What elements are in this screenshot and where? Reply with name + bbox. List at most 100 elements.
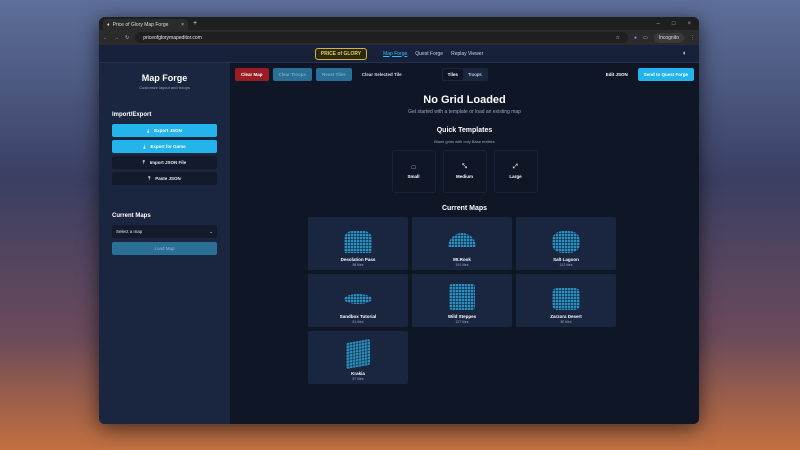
map-tile-count: 81 tiles <box>352 320 364 324</box>
empty-subtitle: Get started with a template or load an e… <box>408 109 521 115</box>
app-header: PRICE of GLORY Map Forge Quest Forge Rep… <box>99 45 699 63</box>
map-card[interactable]: Salt Lagoon 142 tiles <box>516 217 616 270</box>
nav-map-forge[interactable]: Map Forge <box>383 51 407 57</box>
incognito-badge[interactable]: Incognito <box>653 32 684 43</box>
close-window-icon[interactable]: × <box>687 21 691 27</box>
import-json-file-button[interactable]: ⤒ Import JSON File <box>112 156 217 169</box>
download-icon: ⤓ <box>147 128 150 133</box>
label: Export for Game <box>150 144 186 149</box>
template-medium[interactable]: ⤡ Medium <box>442 150 487 193</box>
square-icon: □ <box>411 164 416 171</box>
paste-json-button[interactable]: ⤒ Paste JSON <box>112 172 217 185</box>
map-grid: Desolation Pass 88 tiles Mt.Rook 191 tiles S… <box>225 217 699 384</box>
label: Export JSON <box>154 128 182 133</box>
template-small[interactable]: □ Small <box>391 150 436 193</box>
template-large[interactable]: ⤢ Large <box>493 150 538 193</box>
current-maps-title: Current Maps <box>441 205 488 212</box>
download-icon: ⤓ <box>143 144 146 149</box>
back-icon[interactable]: ← <box>103 35 108 41</box>
map-thumbnail <box>449 284 475 310</box>
label: Large <box>509 174 522 179</box>
map-tile-count: 142 tiles <box>559 263 573 267</box>
label: Import JSON File <box>149 160 187 165</box>
tab-tiles[interactable]: Tiles <box>442 69 463 80</box>
map-name: Zarzora Desert <box>550 314 582 319</box>
map-card[interactable]: Desolation Pass 88 tiles <box>308 217 408 270</box>
toolbar: Clear Map Clear Troops Reset Tiles Clear… <box>230 63 699 86</box>
url-field[interactable]: priceofglorymapeditor.com ☆ <box>135 32 628 43</box>
map-tile-count: 191 tiles <box>455 263 469 267</box>
map-tile-count: 80 tiles <box>560 320 572 324</box>
diagonal-icon: ⤡ <box>462 164 467 170</box>
clear-selected-tile-button[interactable]: Clear Selected Tile <box>356 68 408 81</box>
clear-troops-button[interactable]: Clear Troops <box>272 68 313 81</box>
favicon-icon: ♦ <box>107 21 110 28</box>
chevron-down-icon: ⌄ <box>209 228 213 234</box>
sidebar-title: Map Forge <box>141 73 188 83</box>
map-thumbnail <box>552 231 580 253</box>
map-thumbnail <box>344 231 372 253</box>
url-text: priceofglorymapeditor.com <box>143 34 202 41</box>
load-map-button[interactable]: Load Map <box>112 242 217 255</box>
tab-title: Price of Glory Map Forge <box>112 21 169 28</box>
maximize-icon[interactable]: □ <box>672 21 676 27</box>
address-bar-row: ← → ↻ priceofglorymapeditor.com ☆ ● ▭ Incogn… <box>99 30 699 45</box>
menu-icon[interactable]: ⋮ <box>690 35 695 41</box>
map-card[interactable]: Sandbox Tutorial 81 tiles <box>308 274 408 327</box>
map-card[interactable]: Zarzora Desert 80 tiles <box>516 274 616 327</box>
map-card[interactable]: Wild Steppes 137 tiles <box>412 274 512 327</box>
map-name: Wild Steppes <box>447 314 477 319</box>
nav-quest-forge[interactable]: Quest Forge <box>415 51 443 57</box>
select-value: Select a map <box>116 229 143 234</box>
tab-troops[interactable]: Troops <box>463 69 487 80</box>
send-to-quest-forge-button[interactable]: Send to Quest Forge <box>637 68 694 81</box>
export-json-button[interactable]: ⤓ Export JSON <box>112 124 217 137</box>
paste-icon: ⤒ <box>148 176 151 181</box>
upload-icon: ⤒ <box>142 160 145 165</box>
forward-icon[interactable]: → <box>114 35 119 41</box>
label: Paste JSON <box>155 176 181 181</box>
map-thumbnail <box>346 338 370 370</box>
logo[interactable]: PRICE of GLORY <box>314 47 368 60</box>
reload-icon[interactable]: ↻ <box>125 35 129 41</box>
map-thumbnail <box>552 288 580 310</box>
mode-toggle: Tiles Troops <box>441 68 488 81</box>
map-name: Mt.Rook <box>453 257 471 262</box>
star-icon[interactable]: ☆ <box>615 35 619 41</box>
new-tab-button[interactable]: + <box>193 20 197 27</box>
sidebar-subtitle: Customize layout and troops <box>139 85 190 90</box>
import-export-heading: Import/Export <box>112 112 152 118</box>
empty-title: No Grid Loaded <box>423 94 506 106</box>
map-card[interactable]: Krakia 87 tiles <box>308 331 408 384</box>
map-select[interactable]: Select a map ⌄ <box>112 225 217 238</box>
map-name: Krakia <box>351 371 365 376</box>
main-area: Clear Map Clear Troops Reset Tiles Clear… <box>230 63 699 424</box>
label: Medium <box>455 174 473 179</box>
map-name: Sandbox Tutorial <box>339 314 377 319</box>
map-tile-count: 88 tiles <box>352 263 364 267</box>
close-tab-icon[interactable]: × <box>181 22 184 28</box>
browser-tab[interactable]: ♦ Price of Glory Map Forge × <box>103 19 188 30</box>
browser-window: ♦ Price of Glory Map Forge × + – □ × ← → ↻ pri… <box>99 17 699 424</box>
extension-icon[interactable]: ● <box>634 35 637 41</box>
quick-templates-heading: Quick Templates <box>436 127 493 134</box>
reset-tiles-button[interactable]: Reset Tiles <box>316 68 352 81</box>
sidepanel-icon[interactable]: ▭ <box>643 35 648 41</box>
nav-replay-viewer[interactable]: Replay Viewer <box>451 51 483 57</box>
quick-templates-subtitle: Blank grids with only Base entities <box>434 139 495 144</box>
sidebar: Map Forge Customize layout and troops Im… <box>99 63 230 424</box>
minimize-icon[interactable]: – <box>657 21 660 27</box>
map-tile-count: 137 tiles <box>455 320 469 324</box>
map-thumbnail <box>448 233 476 247</box>
export-for-game-button[interactable]: ⤓ Export for Game <box>112 140 217 153</box>
clear-map-button[interactable]: Clear Map <box>235 68 269 81</box>
map-card[interactable]: Mt.Rook 191 tiles <box>412 217 512 270</box>
edit-json-button[interactable]: Edit JSON <box>606 72 628 77</box>
map-thumbnail <box>344 294 372 304</box>
tab-bar: ♦ Price of Glory Map Forge × + – □ × <box>99 17 699 30</box>
label: Small <box>407 173 420 179</box>
current-maps-heading: Current Maps <box>112 213 151 219</box>
theme-toggle-icon[interactable]: ◐ <box>683 50 687 57</box>
map-tile-count: 87 tiles <box>352 377 364 381</box>
map-name: Desolation Pass <box>340 257 376 262</box>
